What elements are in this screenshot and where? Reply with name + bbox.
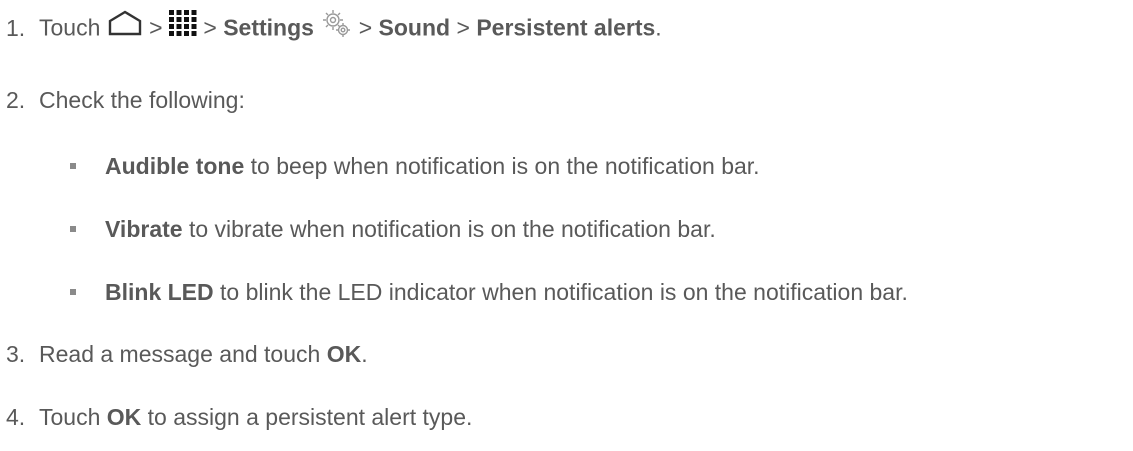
settings-gear-icon xyxy=(320,7,352,46)
home-icon xyxy=(107,10,143,43)
settings-term: Settings xyxy=(223,14,314,41)
bullet-desc: to vibrate when notification is on the n… xyxy=(188,216,716,242)
bullet-term: Audible tone xyxy=(105,153,245,179)
bullet-desc: to beep when notification is on the noti… xyxy=(250,153,760,179)
separator: > xyxy=(203,14,217,41)
step-2: 2. Check the following: xyxy=(6,85,245,115)
bullet-desc: to blink the LED indicator when notifica… xyxy=(220,279,908,305)
step-text: Check the following: xyxy=(39,87,245,113)
step-text-tail: to assign a persistent alert type. xyxy=(147,404,473,430)
persistent-alerts-term: Persistent alerts xyxy=(476,14,656,41)
step-1: 1. Touch > > Settings > Sound > Persiste… xyxy=(6,10,662,43)
bullet-marker xyxy=(70,226,76,232)
period: . xyxy=(361,341,368,367)
apps-grid-icon xyxy=(168,10,197,43)
step-4: 4. Touch OK to assign a persistent alert … xyxy=(6,402,472,432)
separator: > xyxy=(149,14,163,41)
step-number: 2. xyxy=(6,87,26,113)
bullet-marker xyxy=(70,163,76,169)
step-text: Touch xyxy=(39,404,101,430)
step-text: Read a message and touch xyxy=(39,341,321,367)
separator: > xyxy=(358,14,373,41)
separator: > xyxy=(456,14,470,41)
ok-term: OK xyxy=(326,341,362,367)
bullet-term: Vibrate xyxy=(105,216,183,242)
step-number: 4. xyxy=(6,404,26,430)
sound-term: Sound xyxy=(378,14,451,41)
bullet-marker xyxy=(70,289,76,295)
step-number: 3. xyxy=(6,341,26,367)
period: . xyxy=(655,14,662,41)
bullet-term: Blink LED xyxy=(105,279,214,305)
ok-term: OK xyxy=(106,404,142,430)
step-number: 1. xyxy=(6,14,26,41)
step-3: 3. Read a message and touch OK. xyxy=(6,339,368,369)
step-text: Touch xyxy=(39,14,101,41)
